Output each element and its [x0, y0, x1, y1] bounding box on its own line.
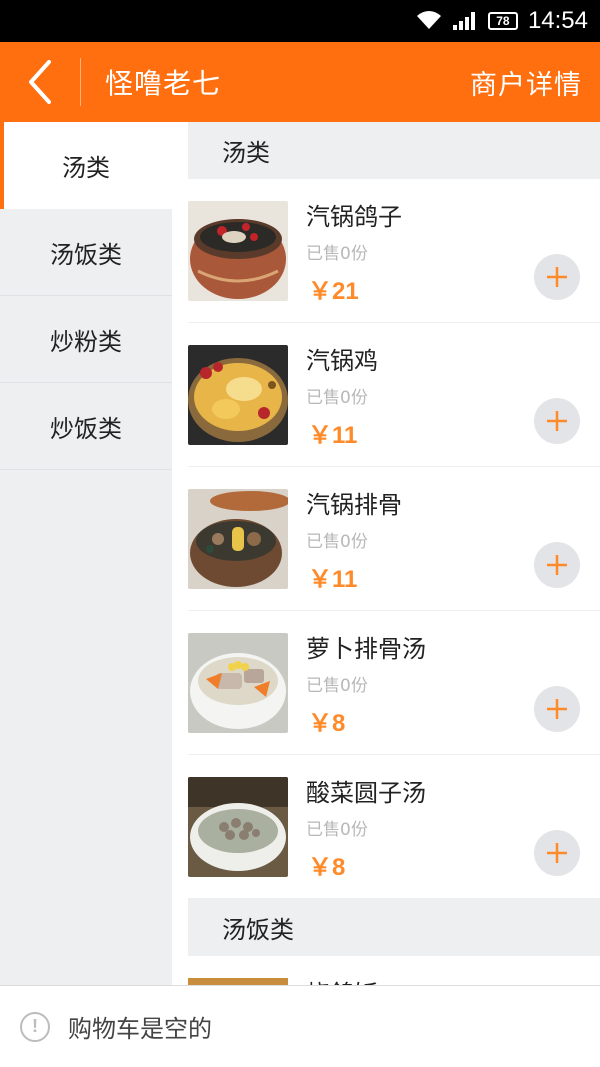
dish-image	[188, 777, 288, 877]
plus-icon	[547, 843, 567, 863]
sidebar-item-soup[interactable]: 汤类	[0, 122, 172, 209]
add-to-cart-button[interactable]	[534, 830, 580, 876]
list-item[interactable]: 烧鸽饭	[188, 956, 600, 985]
section-header: 汤类	[188, 122, 600, 179]
add-to-cart-button[interactable]	[534, 254, 580, 300]
plus-icon	[547, 699, 567, 719]
dish-name: 汽锅鸽子	[306, 203, 402, 231]
dish-image	[188, 633, 288, 733]
wifi-icon	[416, 11, 442, 31]
dish-name: 萝卜排骨汤	[306, 635, 426, 663]
header-divider	[80, 58, 81, 106]
add-to-cart-button[interactable]	[534, 686, 580, 732]
exclamation-icon: !	[20, 1011, 50, 1042]
status-bar: 78 14:54	[0, 0, 600, 42]
sold-count: 已售0份	[306, 244, 368, 264]
signal-icon	[452, 11, 478, 31]
category-sidebar: 汤类 汤饭类 炒粉类 炒饭类	[0, 122, 172, 985]
plus-icon	[547, 555, 567, 575]
dish-image	[188, 489, 288, 589]
battery-icon: 78	[487, 12, 518, 30]
add-to-cart-button[interactable]	[534, 398, 580, 444]
list-item[interactable]: 酸菜圆子汤 已售0份 ￥8	[188, 755, 600, 899]
chevron-left-icon	[29, 60, 51, 104]
section-header: 汤饭类	[188, 899, 600, 956]
sold-count: 已售0份	[306, 820, 368, 840]
dish-price: ￥8	[308, 710, 346, 737]
plus-icon	[547, 411, 567, 431]
dish-price: ￥21	[308, 278, 359, 305]
sold-count: 已售0份	[306, 676, 368, 696]
sidebar-item-soup-rice[interactable]: 汤饭类	[0, 209, 172, 296]
dish-image	[188, 978, 288, 985]
page-title: 怪噜老七	[105, 67, 222, 100]
dish-name: 汽锅鸡	[306, 347, 378, 375]
list-item[interactable]: 萝卜排骨汤 已售0份 ￥8	[188, 611, 600, 755]
sidebar-item-fried-rice[interactable]: 炒饭类	[0, 383, 172, 470]
list-item[interactable]: 汽锅鸽子 已售0份 ￥21	[188, 179, 600, 323]
dish-image	[188, 201, 288, 301]
dish-price: ￥11	[308, 566, 358, 593]
plus-icon	[547, 267, 567, 287]
sold-count: 已售0份	[306, 388, 368, 408]
dish-name: 烧鸽饭	[306, 974, 378, 985]
cart-bar[interactable]: ! 购物车是空的	[0, 985, 600, 1067]
menu-list[interactable]: 汤类 汽锅鸽子 已售0份 ￥21 汽锅鸡 已售0份 ￥11 汽锅排骨 已售0份 …	[188, 122, 600, 985]
add-to-cart-button[interactable]	[534, 542, 580, 588]
sidebar-item-fried-noodles[interactable]: 炒粉类	[0, 296, 172, 383]
dish-price: ￥8	[308, 854, 346, 881]
cart-status: 购物车是空的	[68, 1015, 212, 1043]
list-item[interactable]: 汽锅鸡 已售0份 ￥11	[188, 323, 600, 467]
back-button[interactable]	[0, 42, 80, 122]
merchant-details-button[interactable]: 商户详情	[470, 63, 582, 102]
dish-image	[188, 345, 288, 445]
list-item[interactable]: 汽锅排骨 已售0份 ￥11	[188, 467, 600, 611]
dish-price: ￥11	[308, 422, 358, 449]
sold-count: 已售0份	[306, 532, 368, 552]
app-header: 怪噜老七 商户详情	[0, 42, 600, 122]
clock: 14:54	[527, 7, 588, 34]
dish-name: 汽锅排骨	[306, 491, 402, 519]
dish-name: 酸菜圆子汤	[306, 779, 426, 807]
